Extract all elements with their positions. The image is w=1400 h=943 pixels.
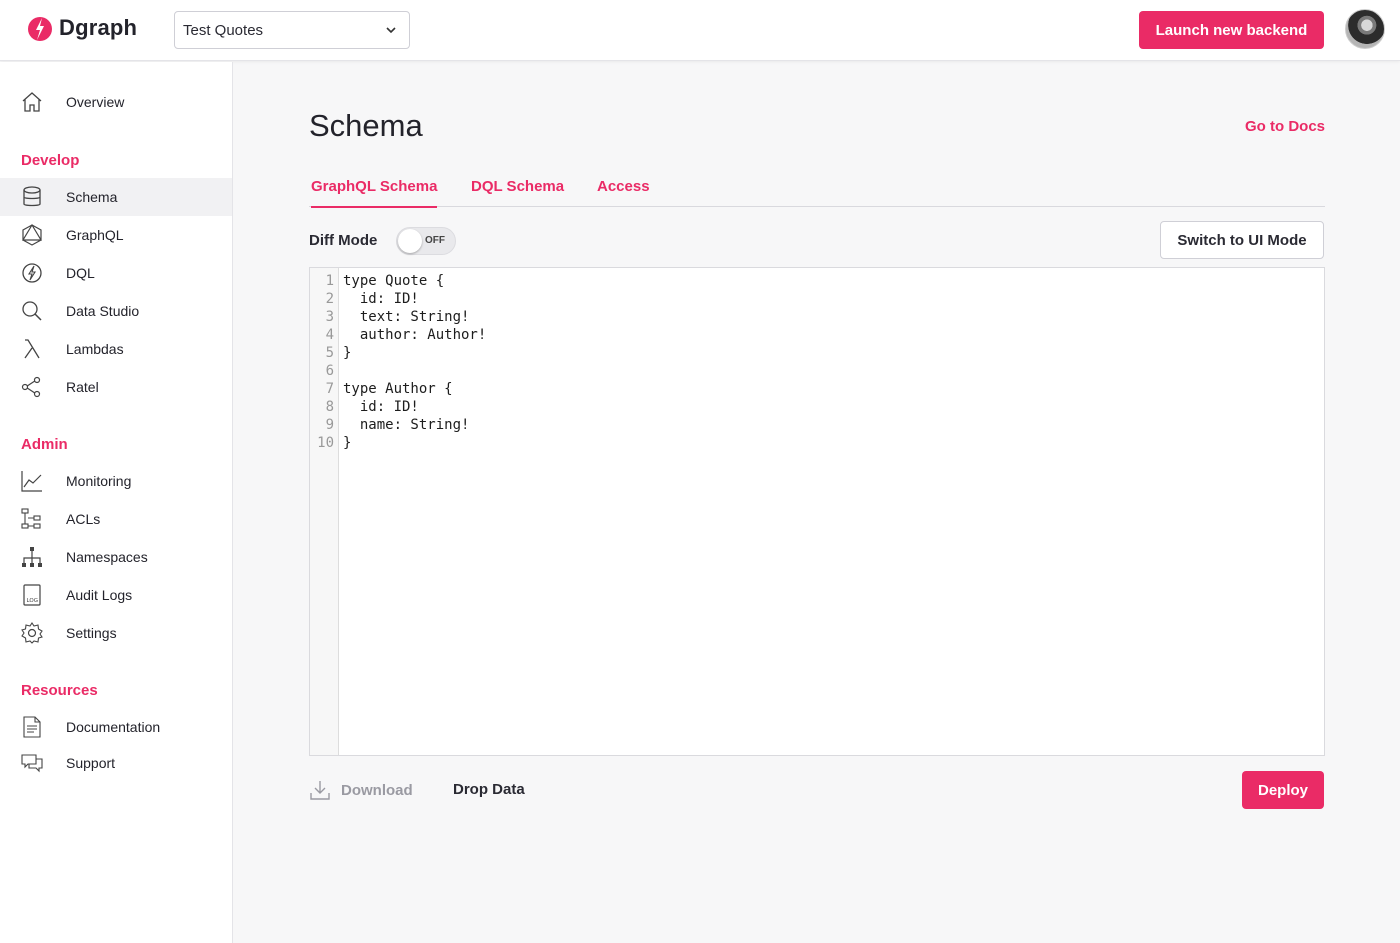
line-number-gutter: 1 2 3 4 5 6 7 8 9 10 [310,268,339,755]
sidebar-item-label: Monitoring [66,473,132,489]
sidebar-item-data-studio[interactable]: Data Studio [0,292,232,330]
sidebar-item-label: Namespaces [66,549,148,565]
sidebar-item-label: GraphQL [66,227,124,243]
line-number: 3 [325,309,334,325]
line-number: 5 [325,345,334,361]
tab-graphql-schema[interactable]: GraphQL Schema [311,178,438,208]
sidebar-item-documentation[interactable]: Documentation [0,708,232,746]
search-icon [22,301,42,321]
line-number: 7 [325,381,334,397]
line-number: 2 [325,291,334,307]
sidebar-item-settings[interactable]: Settings [0,614,232,652]
sidebar-item-label: Audit Logs [66,587,133,603]
sidebar-item-support[interactable]: Support [0,744,232,782]
deploy-button[interactable]: Deploy [1242,771,1324,809]
go-to-docs-link[interactable]: Go to Docs [1245,118,1325,135]
page-title: Schema [309,108,423,143]
line-number: 1 [325,273,334,289]
backend-select-value: Test Quotes [183,21,264,39]
section-title-admin: Admin [21,436,68,453]
svg-text:LOG: LOG [27,598,38,604]
sidebar-item-ratel[interactable]: Ratel [0,368,232,406]
sidebar-item-label: Support [66,755,116,771]
lambda-icon [24,339,40,359]
code-line[interactable]: } [343,434,351,452]
sidebar-item-schema[interactable]: Schema [0,178,232,216]
drop-data-button[interactable]: Drop Data [453,781,525,798]
dgraph-logo-icon [28,17,52,41]
sidebar-item-dql[interactable]: DQL [0,254,232,292]
chevron-down-icon [386,27,396,34]
section-title-resources: Resources [21,682,98,699]
schema-code-editor[interactable]: 1 2 3 4 5 6 7 8 9 10 type Quote { id: ID… [309,267,1325,756]
section-title-develop: Develop [21,152,80,169]
sidebar-item-acls[interactable]: ACLs [0,500,232,538]
sidebar-item-overview[interactable]: Overview [0,83,232,121]
sidebar-item-label: Overview [66,94,125,110]
sidebar-item-label: Settings [66,625,117,641]
code-line[interactable]: type Author { [343,380,453,398]
dql-icon [22,263,42,283]
line-number: 8 [325,399,334,415]
diff-mode-toggle[interactable]: OFF [396,227,456,255]
user-avatar[interactable] [1345,9,1385,49]
schema-tabs: GraphQL Schema DQL Schema Access [309,168,1325,208]
backend-select[interactable]: Test Quotes [174,11,410,49]
sidebar-item-label: Data Studio [66,303,140,319]
dgraph-logo[interactable]: Dgraph [27,13,137,43]
launch-new-backend-button[interactable]: Launch new backend [1139,11,1324,49]
toggle-knob [398,229,422,253]
line-number: 4 [325,327,334,343]
code-line[interactable]: text: String! [343,308,470,326]
sidebar-item-label: Documentation [66,719,161,735]
code-line[interactable]: name: String! [343,416,470,434]
code-line[interactable]: id: ID! [343,290,419,308]
tab-access[interactable]: Access [597,178,650,195]
line-number: 6 [325,363,334,379]
acl-icon [21,508,41,529]
download-icon [310,781,330,800]
sidebar-item-namespaces[interactable]: Namespaces [0,538,232,576]
sidebar-item-label: DQL [66,265,95,281]
chat-bubbles-icon [21,754,43,773]
toggle-state-text: OFF [425,235,445,246]
top-bar: Dgraph Test Quotes Launch new backend [0,0,1400,61]
code-line[interactable]: author: Author! [343,326,486,344]
tab-dql-schema[interactable]: DQL Schema [471,178,564,195]
sidebar-item-label: Ratel [66,379,99,395]
database-icon [23,186,41,207]
graph-nodes-icon [21,376,41,398]
home-icon [22,92,42,112]
sidebar: Overview Develop Schema GraphQL DQL Data… [0,62,233,943]
code-line[interactable]: } [343,344,351,362]
sidebar-item-monitoring[interactable]: Monitoring [0,462,232,500]
gear-icon [21,622,43,644]
diff-mode-label: Diff Mode [309,232,378,249]
sidebar-item-label: ACLs [66,511,101,527]
code-line[interactable]: type Quote { [343,272,444,290]
sidebar-item-graphql[interactable]: GraphQL [0,216,232,254]
log-file-icon: LOG [23,584,41,606]
sidebar-item-audit-logs[interactable]: LOG Audit Logs [0,576,232,614]
download-label: Download [341,781,413,799]
line-number: 9 [325,417,334,433]
sidebar-item-label: Lambdas [66,341,124,357]
hierarchy-icon [22,547,42,567]
code-line[interactable]: id: ID! [343,398,419,416]
line-chart-icon [21,471,42,492]
sidebar-item-lambdas[interactable]: Lambdas [0,330,232,368]
download-button[interactable]: Download [309,778,413,802]
brand-name: Dgraph [59,15,138,40]
line-number: 10 [317,435,334,451]
graphql-icon [21,223,43,246]
sidebar-item-label: Schema [66,189,118,205]
switch-to-ui-mode-button[interactable]: Switch to UI Mode [1160,221,1324,259]
document-icon [23,716,41,738]
